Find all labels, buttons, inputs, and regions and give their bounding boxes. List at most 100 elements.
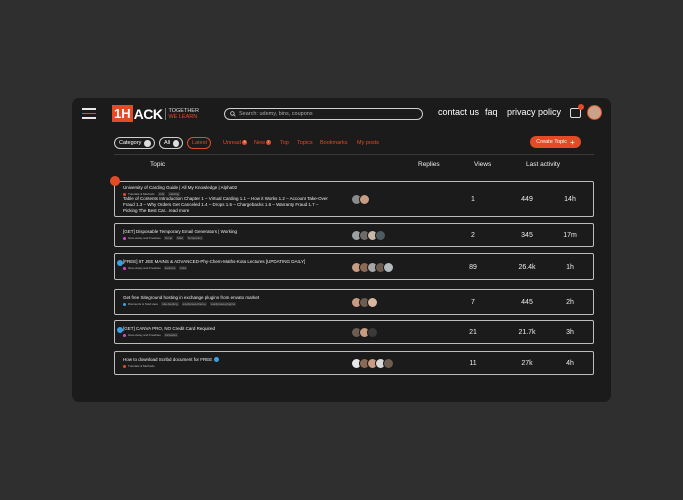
- last-activity[interactable]: 3h: [550, 329, 590, 336]
- view-count: 27k: [521, 360, 533, 367]
- topic-category[interactable]: Give-Away and Freebies canvapro: [123, 333, 179, 337]
- logo-tagline: TOGETHER WE LEARN: [165, 107, 199, 120]
- avatar[interactable]: [367, 327, 378, 338]
- topic-tag[interactable]: wordpress-theme: [181, 302, 207, 306]
- all-dropdown[interactable]: All: [159, 137, 183, 149]
- topic-row[interactable]: Get free Siteground hosting in exchange …: [114, 289, 594, 315]
- logo-word: ACK: [133, 105, 163, 122]
- reply-count: 21: [469, 329, 477, 336]
- last-activity[interactable]: 4h: [550, 360, 590, 367]
- column-views[interactable]: Views: [474, 161, 491, 168]
- topic-tag[interactable]: lectures: [163, 266, 177, 270]
- topic-row[interactable]: [GET] CANVA PRO, NO Credit Card Required…: [114, 320, 594, 344]
- topic-category[interactable]: Give-Away and Freebies lectures kota: [123, 266, 187, 270]
- participant-avatars: [351, 230, 386, 241]
- category-dot-icon: [123, 236, 126, 240]
- tab-topics[interactable]: Topics: [297, 140, 313, 146]
- last-activity[interactable]: 2h: [550, 299, 590, 306]
- view-count: 445: [521, 299, 533, 306]
- topic-category[interactable]: Give-Away and Freebies Temp Mail Tempora…: [123, 236, 203, 240]
- participant-avatars: [351, 194, 370, 205]
- topic-tag[interactable]: Temporary: [186, 236, 203, 240]
- column-replies[interactable]: Replies: [418, 161, 440, 168]
- topic-tag[interactable]: Temp: [163, 236, 174, 240]
- avatar[interactable]: [367, 297, 378, 308]
- category-dropdown[interactable]: Category: [114, 137, 155, 149]
- participant-avatars: [351, 297, 378, 308]
- last-activity[interactable]: 17m: [550, 232, 590, 239]
- topic-category[interactable]: Tutorials & Methods: [123, 364, 155, 368]
- topic-title[interactable]: [GET] CANVA PRO, NO Credit Card Required: [123, 326, 215, 332]
- topic-title[interactable]: Get free Siteground hosting in exchange …: [123, 295, 259, 301]
- column-topic[interactable]: Topic: [150, 161, 165, 168]
- tab-new[interactable]: New 7: [254, 140, 272, 146]
- topic-tag[interactable]: canvapro: [163, 333, 179, 337]
- category-dot-icon: [123, 266, 126, 270]
- menu-icon[interactable]: [82, 108, 96, 119]
- read-more-link[interactable]: read more: [169, 208, 190, 213]
- topic-title[interactable]: How to download Scribd document for FREE: [123, 357, 219, 363]
- column-last-activity[interactable]: Last activity: [526, 161, 560, 168]
- search-box[interactable]: [224, 108, 423, 120]
- nav-faq[interactable]: faq: [485, 107, 498, 117]
- topic-category[interactable]: Discounts & Sold Here site-hosting wordp…: [123, 302, 237, 306]
- topic-title[interactable]: University of Carding Guide | All My Kno…: [123, 185, 333, 191]
- avatar[interactable]: [383, 358, 394, 369]
- avatar[interactable]: [587, 105, 602, 120]
- new-count: 7: [266, 140, 272, 146]
- tab-unread[interactable]: Unread 9: [223, 140, 248, 146]
- reply-count: 89: [469, 264, 477, 271]
- topic-excerpt: Table of Contents Introduction Chapter 1…: [123, 196, 328, 214]
- topic-tag[interactable]: Mail: [176, 236, 184, 240]
- category-dot-icon: [123, 302, 126, 306]
- last-activity[interactable]: 1h: [550, 264, 590, 271]
- filter-bar: Category All Latest Unread 9 New 7 Top Top…: [114, 136, 594, 149]
- tab-top[interactable]: Top: [280, 140, 289, 146]
- reply-count: 1: [471, 196, 475, 203]
- topic-row[interactable]: [GET] Disposable Temporary Email Generat…: [114, 223, 594, 247]
- search-icon: [230, 111, 236, 117]
- nav-contact-us[interactable]: contact us: [438, 107, 479, 117]
- divider: [114, 154, 594, 155]
- unread-count: 9: [242, 140, 248, 146]
- view-count: 449: [521, 196, 533, 203]
- view-count: 26.4k: [518, 264, 536, 271]
- pinned-check-icon: [110, 176, 120, 186]
- tab-my-posts[interactable]: My posts: [357, 140, 379, 146]
- topic-tag[interactable]: kota: [179, 266, 187, 270]
- site-logo[interactable]: 1H ACK TOGETHER WE LEARN: [112, 105, 199, 122]
- topic-tag[interactable]: site-hosting: [161, 302, 179, 306]
- topic-row[interactable]: University of Carding Guide | All My Kno…: [110, 176, 594, 217]
- participant-avatars: [351, 262, 394, 273]
- view-count: 345: [521, 232, 533, 239]
- avatar[interactable]: [375, 230, 386, 241]
- participant-avatars: [351, 358, 394, 369]
- search-input[interactable]: [239, 111, 419, 117]
- category-dot-icon: [123, 364, 126, 368]
- topic-tag[interactable]: wordpress-plugins: [209, 302, 237, 306]
- create-topic-button[interactable]: Create Topic +: [530, 136, 581, 148]
- plus-icon: +: [570, 137, 575, 147]
- topic-title[interactable]: [GET] Disposable Temporary Email Generat…: [123, 229, 237, 235]
- avatar[interactable]: [359, 194, 370, 205]
- reply-count: 7: [471, 299, 475, 306]
- reply-count: 11: [469, 360, 477, 367]
- topic-row[interactable]: How to download Scribd document for FREE…: [114, 351, 594, 375]
- nav-privacy-policy[interactable]: privacy policy: [507, 107, 561, 117]
- tab-latest[interactable]: Latest: [187, 137, 211, 149]
- reply-count: 2: [471, 232, 475, 239]
- notification-dot: [578, 104, 584, 110]
- verified-check-icon: [213, 357, 219, 363]
- chevron-down-icon: [144, 139, 151, 147]
- view-count: 21.7k: [518, 329, 536, 336]
- category-dot-icon: [123, 333, 126, 337]
- last-activity[interactable]: 14h: [550, 196, 590, 203]
- chat-icon[interactable]: [570, 104, 584, 118]
- tab-bookmarks[interactable]: Bookmarks: [320, 140, 348, 146]
- avatar[interactable]: [383, 262, 394, 273]
- participant-avatars: [351, 327, 378, 338]
- topic-row[interactable]: [FREE] IIT JEE MAINS & ADVANCED-Phy-Chem…: [114, 253, 594, 280]
- topic-title[interactable]: [FREE] IIT JEE MAINS & ADVANCED-Phy-Chem…: [123, 259, 305, 265]
- header: 1H ACK TOGETHERWE LEARN contact us faq p…: [72, 98, 611, 130]
- forum-window: 1H ACK TOGETHERWE LEARN contact us faq p…: [72, 98, 611, 402]
